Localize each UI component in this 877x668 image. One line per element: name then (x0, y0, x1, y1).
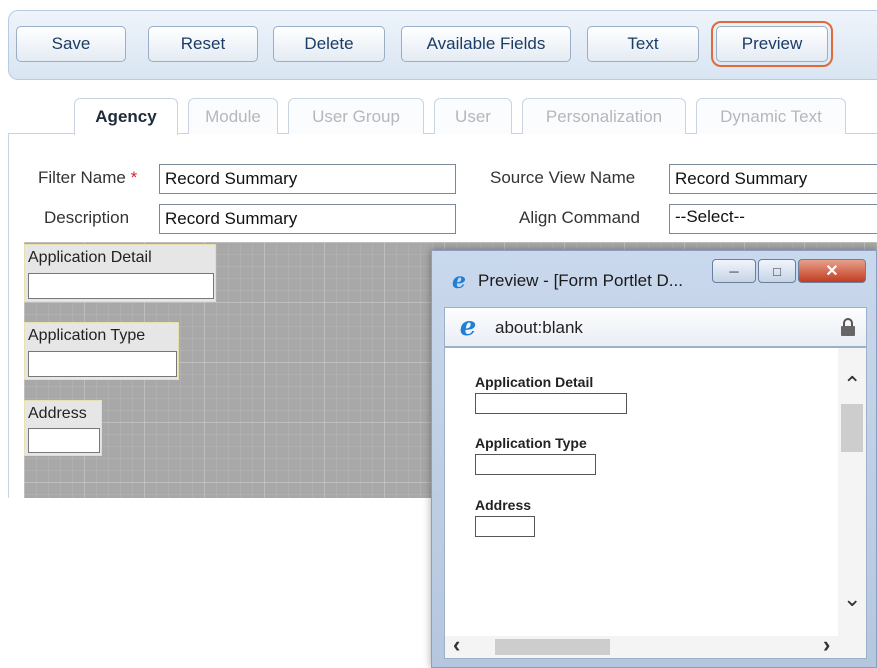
horizontal-scrollbar[interactable]: ‹ › (445, 634, 866, 658)
designer-field-application-detail[interactable]: Application Detail (24, 244, 216, 302)
filter-name-label-text: Filter Name (38, 168, 126, 187)
lock-icon (841, 318, 855, 336)
source-view-name-label: Source View Name (490, 168, 636, 187)
delete-button[interactable]: Delete (273, 26, 385, 62)
align-command-select[interactable]: --Select-- (669, 204, 877, 234)
form-panel-border (8, 134, 9, 498)
designer-field-label: Address (28, 405, 87, 422)
preview-window-title: Preview - [Form Portlet D... (478, 271, 683, 290)
preview-document: Application Detail Application Type Addr… (444, 347, 867, 659)
save-button[interactable]: Save (16, 26, 126, 62)
vertical-scrollbar[interactable]: ⌃ ⌄ (838, 348, 866, 638)
designer-field-input (28, 351, 177, 377)
preview-field-input[interactable] (475, 516, 535, 537)
designer-field-input (28, 273, 214, 299)
tab-user-group[interactable]: User Group (288, 98, 424, 134)
vertical-scroll-thumb[interactable] (841, 404, 863, 452)
required-marker: * (130, 168, 138, 187)
designer-field-label: Application Type (28, 327, 146, 344)
tab-personalization[interactable]: Personalization (522, 98, 686, 134)
address-text: about:blank (495, 318, 583, 337)
designer-field-input (28, 428, 100, 453)
description-input[interactable]: Record Summary (159, 204, 456, 234)
preview-window: e Preview - [Form Portlet D... ─ □ ✕ e a… (431, 250, 877, 668)
scroll-left-icon[interactable]: ‹ (453, 634, 460, 656)
designer-field-label: Application Detail (28, 249, 152, 266)
address-bar[interactable]: e about:blank (444, 307, 867, 347)
preview-field-input[interactable] (475, 393, 627, 414)
ie-icon: e (452, 268, 466, 294)
preview-field-label: Address (475, 497, 532, 513)
scroll-down-icon[interactable]: ⌄ (843, 588, 861, 610)
maximize-icon[interactable]: □ (758, 259, 796, 283)
scroll-right-icon[interactable]: › (823, 634, 830, 656)
ie-icon: e (459, 312, 477, 342)
source-view-name-input[interactable]: Record Summary (669, 164, 877, 194)
text-button[interactable]: Text (587, 26, 699, 62)
preview-field-input[interactable] (475, 454, 596, 475)
preview-field-label: Application Type (475, 435, 587, 451)
align-command-label: Align Command (519, 208, 640, 227)
reset-button[interactable]: Reset (148, 26, 258, 62)
available-fields-button[interactable]: Available Fields (401, 26, 571, 62)
minimize-icon[interactable]: ─ (712, 259, 756, 283)
close-icon[interactable]: ✕ (798, 259, 866, 283)
tab-user[interactable]: User (434, 98, 512, 134)
filter-name-input[interactable]: Record Summary (159, 164, 456, 194)
tab-agency[interactable]: Agency (74, 98, 178, 135)
scroll-up-icon[interactable]: ⌃ (843, 374, 861, 396)
toolbar: Save Reset Delete Available Fields Text … (8, 10, 877, 80)
designer-field-application-type[interactable]: Application Type (24, 322, 179, 380)
preview-button[interactable]: Preview (711, 21, 833, 67)
description-label: Description (44, 208, 130, 227)
tab-dynamic-text[interactable]: Dynamic Text (696, 98, 846, 134)
designer-field-address[interactable]: Address (24, 400, 102, 456)
tab-module[interactable]: Module (188, 98, 278, 134)
filter-name-label: Filter Name * (38, 168, 137, 188)
horizontal-scroll-thumb[interactable] (495, 639, 610, 655)
preview-field-label: Application Detail (475, 374, 594, 390)
